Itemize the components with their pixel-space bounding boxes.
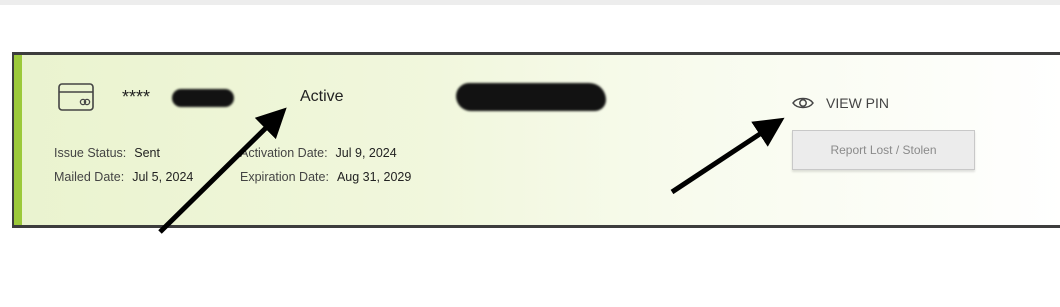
view-pin-label: VIEW PIN (826, 95, 890, 111)
page: **** Active Issue Status: Sent Mailed Da… (0, 0, 1060, 307)
card-accent-bar (14, 55, 22, 225)
card-details-right: Activation Date: Jul 9, 2024 Expiration … (240, 141, 411, 189)
mailed-date-label: Mailed Date: (54, 170, 125, 184)
card-status: Active (300, 88, 344, 105)
eye-icon (792, 97, 814, 109)
issue-status-label: Issue Status: (54, 146, 127, 160)
activation-date-label: Activation Date: (240, 146, 328, 160)
activation-date-row: Activation Date: Jul 9, 2024 (240, 141, 411, 165)
view-pin-link[interactable]: VIEW PIN (792, 95, 889, 111)
card-masked-number: **** (122, 87, 151, 107)
redacted-card-digits (172, 89, 234, 107)
card-details-left: Issue Status: Sent Mailed Date: Jul 5, 2… (54, 141, 193, 189)
credit-card-icon (58, 83, 94, 111)
expiration-date-row: Expiration Date: Aug 31, 2029 (240, 165, 411, 189)
mailed-date-row: Mailed Date: Jul 5, 2024 (54, 165, 193, 189)
activation-date-value: Jul 9, 2024 (335, 146, 397, 160)
expiration-date-value: Aug 31, 2029 (336, 170, 412, 184)
issue-status-row: Issue Status: Sent (54, 141, 193, 165)
report-lost-stolen-button[interactable]: Report Lost / Stolen (792, 130, 975, 170)
card-panel: **** Active Issue Status: Sent Mailed Da… (12, 52, 1060, 228)
redacted-cardholder-name (456, 83, 606, 111)
expiration-date-label: Expiration Date: (240, 170, 329, 184)
mailed-date-value: Jul 5, 2024 (132, 170, 194, 184)
issue-status-value: Sent (134, 146, 160, 160)
top-divider (0, 0, 1060, 5)
